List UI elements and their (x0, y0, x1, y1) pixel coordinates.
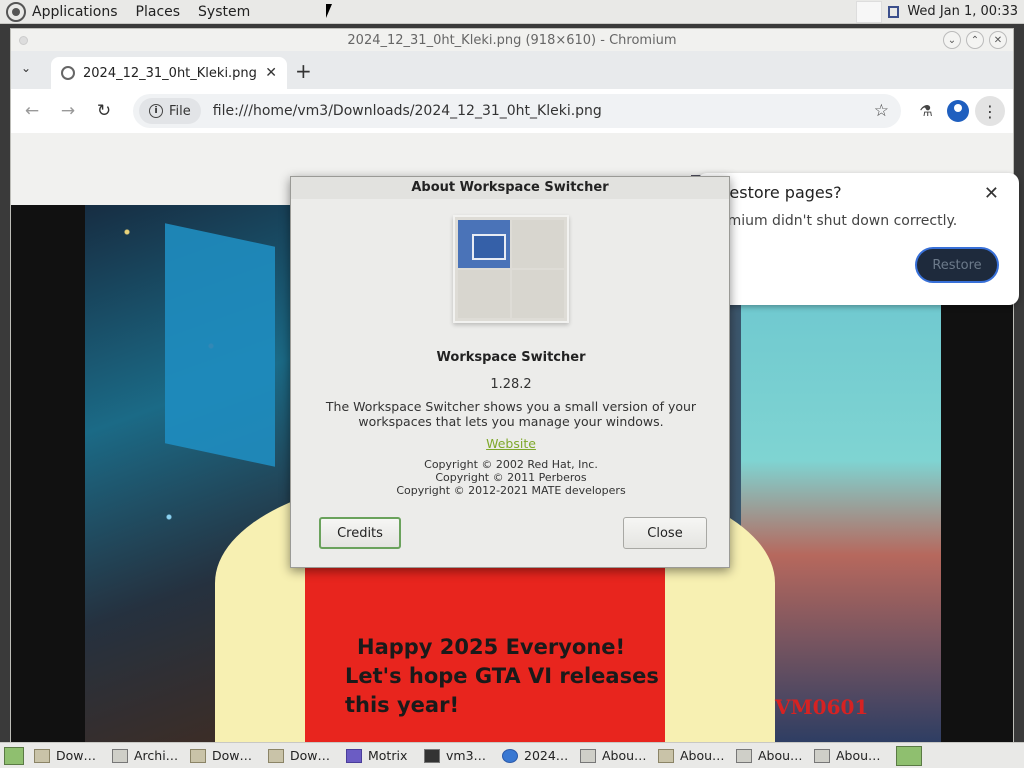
signature-text: VM0601 (775, 695, 869, 719)
bookmark-star-icon[interactable]: ☆ (874, 101, 889, 121)
restore-pages-popup: Restore pages? ✕ omium didn't shut down … (697, 173, 1019, 305)
calendar-icon (888, 5, 900, 18)
workspace-icon (814, 748, 830, 763)
mate-logo-icon[interactable] (6, 1, 26, 22)
app-name: Workspace Switcher (436, 350, 586, 365)
tray-applet[interactable] (856, 0, 883, 23)
window-titlebar[interactable]: 2024_12_31_0ht_Kleki.png (918×610) - Chr… (11, 29, 1013, 51)
taskbar-item[interactable]: Dow… (190, 748, 268, 763)
tab-active[interactable]: 2024_12_31_0ht_Kleki.png ✕ (51, 57, 287, 89)
tab-close-icon[interactable]: ✕ (265, 65, 277, 81)
maximize-button[interactable]: ⌃ (966, 31, 984, 49)
copyright: Copyright © 2002 Red Hat, Inc. Copyright… (291, 458, 731, 497)
browser-toolbar: ← → ↻ i File file:///home/vm3/Downloads/… (11, 89, 1013, 133)
greeting-line-3: this year! (345, 693, 460, 717)
workspace-switcher-icon (453, 215, 569, 323)
about-dialog: About Workspace Switcher Workspace Switc… (290, 176, 730, 568)
applications-menu[interactable]: Applications (32, 4, 118, 20)
site-info-chip[interactable]: i File (139, 98, 201, 124)
restore-body: omium didn't shut down correctly. (719, 213, 958, 229)
dialog-title[interactable]: About Workspace Switcher (291, 177, 729, 199)
taskbar-item[interactable]: vm3… (424, 748, 502, 763)
taskbar-item[interactable]: Abou… (814, 748, 892, 763)
address-bar[interactable]: i File file:///home/vm3/Downloads/2024_1… (133, 94, 901, 128)
close-button[interactable]: Close (623, 517, 707, 549)
info-icon: i (149, 104, 163, 118)
chip-label: File (169, 103, 191, 119)
clock[interactable]: Wed Jan 1, 00:33 (907, 4, 1018, 19)
bottom-panel: Dow… Archi… Dow… Dow… Motrix vm3… 2024… … (0, 742, 1024, 768)
mouse-pointer-icon (326, 4, 332, 18)
copyright-line: Copyright © 2011 Perberos (435, 471, 587, 484)
tab-search-chevron-icon[interactable]: ⌄ (21, 61, 31, 75)
folder-icon (268, 748, 284, 763)
tab-title: 2024_12_31_0ht_Kleki.png (83, 65, 257, 81)
about-icon (580, 748, 596, 763)
website-link[interactable]: Website (291, 436, 731, 451)
taskbar-item[interactable]: Motrix (346, 748, 424, 763)
minimize-button[interactable]: ⌄ (943, 31, 961, 49)
window-menu-icon[interactable] (19, 36, 28, 45)
taskbar-item[interactable]: 2024… (502, 748, 580, 763)
back-button[interactable]: ← (19, 101, 45, 121)
taskbar-item[interactable]: Dow… (34, 748, 112, 763)
places-menu[interactable]: Places (136, 4, 181, 20)
folder-icon (190, 748, 206, 763)
about-icon (736, 748, 752, 763)
reload-button[interactable]: ↻ (91, 101, 117, 121)
billboard-graphic (165, 223, 275, 467)
chromium-icon (502, 748, 518, 763)
greeting-line-2: Let's hope GTA VI releases (345, 664, 659, 688)
menu-kebab-icon[interactable]: ⋮ (975, 96, 1005, 126)
restore-button[interactable]: Restore (915, 247, 999, 283)
restore-title: Restore pages? (719, 183, 842, 202)
folder-icon (34, 748, 50, 763)
taskbar-item[interactable]: Abou… (736, 748, 814, 763)
app-description: The Workspace Switcher shows you a small… (325, 399, 697, 429)
show-desktop-icon[interactable] (4, 746, 24, 765)
app-version: 1.28.2 (490, 377, 532, 392)
labs-flask-icon[interactable]: ⚗ (911, 102, 941, 120)
workspace-switcher-applet[interactable] (896, 745, 922, 766)
copyright-line: Copyright © 2002 Red Hat, Inc. (424, 458, 598, 471)
archive-icon (112, 748, 128, 763)
terminal-icon (424, 748, 440, 763)
taskbar-item[interactable]: Abou… (580, 748, 658, 763)
copyright-line: Copyright © 2012-2021 MATE developers (396, 484, 626, 497)
credits-button[interactable]: Credits (319, 517, 401, 549)
window-title: 2024_12_31_0ht_Kleki.png (918×610) - Chr… (347, 32, 677, 48)
globe-icon (61, 66, 75, 80)
greeting-line-1: Happy 2025 Everyone! (357, 635, 626, 659)
profile-avatar-icon[interactable] (947, 100, 969, 122)
folder-icon (658, 748, 674, 763)
taskbar-item[interactable]: Abou… (658, 748, 736, 763)
taskbar-item[interactable]: Archi… (112, 748, 190, 763)
forward-button[interactable]: → (55, 101, 81, 121)
restore-close-icon[interactable]: ✕ (984, 183, 999, 204)
new-tab-button[interactable]: + (295, 59, 312, 83)
system-menu[interactable]: System (198, 4, 250, 20)
motrix-icon (346, 748, 362, 763)
greeting-text: Happy 2025 Everyone! Let's hope GTA VI r… (345, 633, 659, 720)
tab-strip: ⌄ 2024_12_31_0ht_Kleki.png ✕ + (11, 51, 1013, 89)
url-text[interactable]: file:///home/vm3/Downloads/2024_12_31_0h… (213, 103, 874, 119)
taskbar-item[interactable]: Dow… (268, 748, 346, 763)
close-window-button[interactable]: ✕ (989, 31, 1007, 49)
top-panel: Applications Places System Wed Jan 1, 00… (0, 0, 1024, 24)
